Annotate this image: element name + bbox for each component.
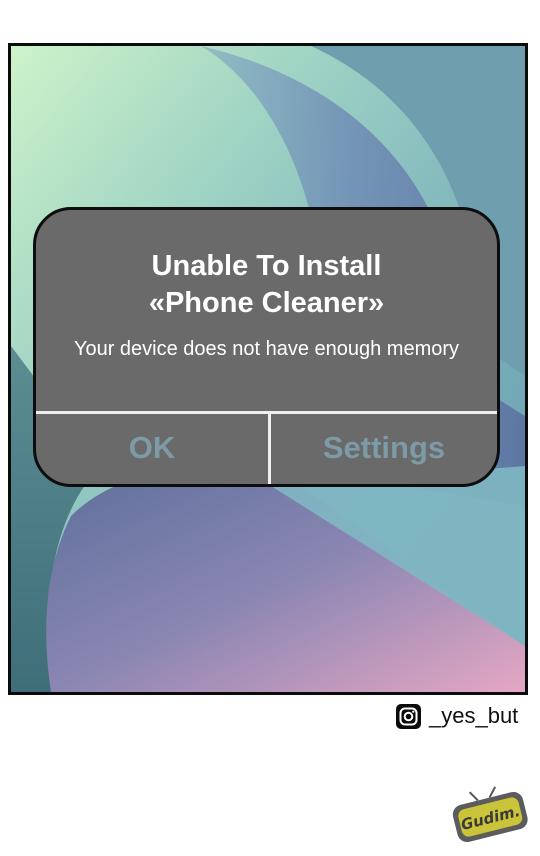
comic-panel: Unable To Install «Phone Cleaner» Your d… [8,43,528,695]
dialog-title-line2: «Phone Cleaner» [148,287,385,319]
instagram-handle: _yes_but [429,703,519,728]
ok-button[interactable]: OK [36,414,268,484]
gudim-tv-logo: Gudim. [452,786,528,842]
settings-button[interactable]: Settings [271,414,497,484]
install-error-dialog: Unable To Install «Phone Cleaner» Your d… [33,207,500,487]
instagram-icon [396,703,421,729]
author-signature: _yes_but [396,701,518,731]
dialog-message: Your device does not have enough memory [73,338,460,360]
dialog-title-line1: Unable To Install [151,250,382,282]
